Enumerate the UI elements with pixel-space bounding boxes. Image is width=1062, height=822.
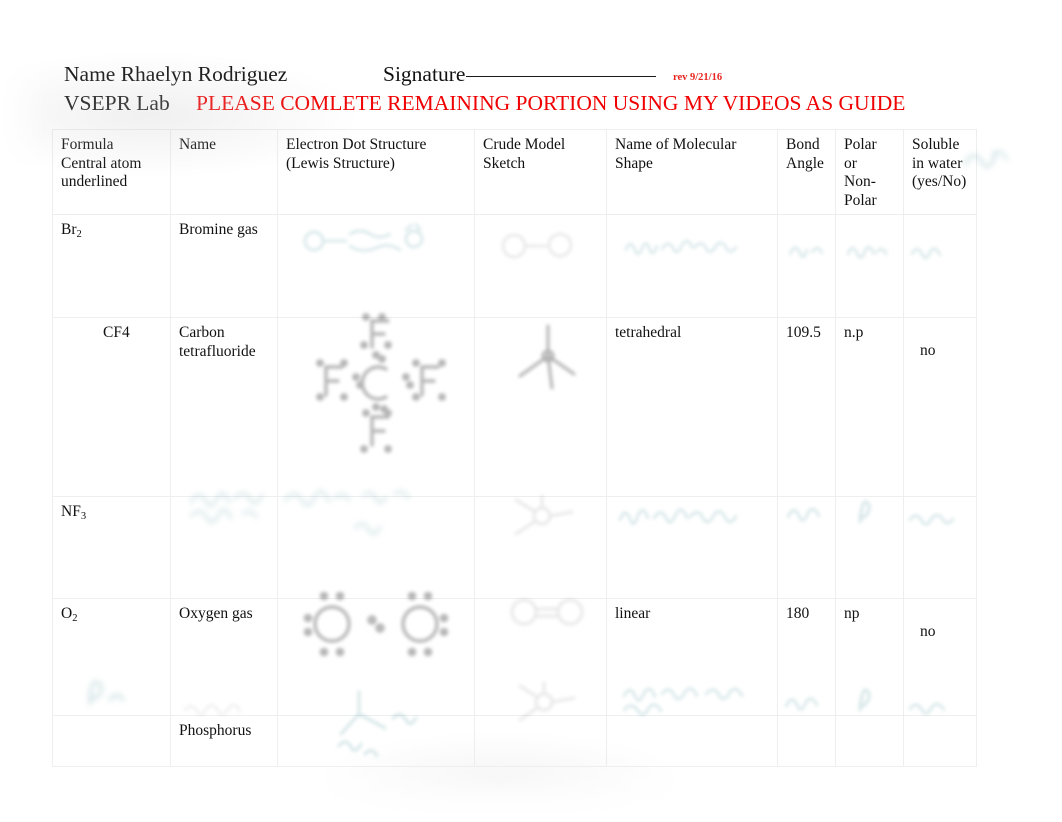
lab-title: VSEPR Lab <box>64 91 170 115</box>
signature-rule[interactable] <box>466 76 657 77</box>
cell-sketch-br2[interactable] <box>474 214 607 318</box>
cell-lewis-br2[interactable] <box>277 214 475 318</box>
table-row: CF4 Carbon tetrafluoride tetrahedral 109… <box>52 317 977 497</box>
cell-formula-nf3[interactable]: NF3 <box>52 496 171 599</box>
header-line-title: VSEPR Lab PLEASE COMLETE REMAINING PORTI… <box>64 88 1004 118</box>
cell-angle-nf3[interactable] <box>777 496 836 599</box>
cell-lewis-cf4[interactable] <box>277 317 475 497</box>
cell-angle-o2[interactable]: 180 <box>777 598 836 716</box>
revision-label: rev 9/21/16 <box>673 72 723 83</box>
vsepr-table: Formula Central atom underlined Name Ele… <box>52 129 977 767</box>
cell-shape-phosphorus[interactable] <box>606 715 778 767</box>
cell-shape-o2[interactable]: linear <box>606 598 778 716</box>
signature-field[interactable]: Signature <box>383 60 657 88</box>
cell-angle-br2[interactable] <box>777 214 836 318</box>
column-header-solubility: Soluble in water (yes/No) <box>903 129 977 215</box>
cell-sketch-o2[interactable] <box>474 598 607 716</box>
document-header: Name Rhaelyn Rodriguez Signature rev 9/2… <box>64 60 1004 118</box>
cell-lewis-nf3[interactable] <box>277 496 475 599</box>
cell-lewis-o2[interactable] <box>277 598 475 716</box>
table-row: Phosphorus <box>52 715 977 767</box>
cell-angle-phosphorus[interactable] <box>777 715 836 767</box>
cell-soluble-phosphorus[interactable] <box>903 715 977 767</box>
cell-soluble-br2[interactable] <box>903 214 977 318</box>
signature-label: Signature <box>383 62 466 86</box>
cell-sketch-cf4[interactable] <box>474 317 607 497</box>
cell-polar-o2[interactable]: np <box>835 598 904 716</box>
column-header-name: Name <box>170 129 278 215</box>
cell-name-phosphorus[interactable]: Phosphorus <box>170 715 278 767</box>
cell-name-br2[interactable]: Bromine gas <box>170 214 278 318</box>
instruction-note: PLEASE COMLETE REMAINING PORTION USING M… <box>196 91 906 115</box>
cell-polar-nf3[interactable] <box>835 496 904 599</box>
cell-soluble-cf4[interactable]: no <box>903 317 977 497</box>
cell-lewis-phosphorus[interactable] <box>277 715 475 767</box>
cell-shape-nf3[interactable] <box>606 496 778 599</box>
cell-name-o2[interactable]: Oxygen gas <box>170 598 278 716</box>
cell-soluble-nf3[interactable] <box>903 496 977 599</box>
cell-name-cf4[interactable]: Carbon tetrafluoride <box>170 317 278 497</box>
column-header-polarity: Polar or Non- Polar <box>835 129 904 215</box>
cell-polar-phosphorus[interactable] <box>835 715 904 767</box>
cell-formula-phosphorus[interactable] <box>52 715 171 767</box>
student-name-label: Name Rhaelyn Rodriguez <box>64 62 288 86</box>
cell-sketch-phosphorus[interactable] <box>474 715 607 767</box>
column-header-bond-angle: Bond Angle <box>777 129 836 215</box>
table-header-row: Formula Central atom underlined Name Ele… <box>52 129 977 215</box>
cell-shape-br2[interactable] <box>606 214 778 318</box>
cell-polar-br2[interactable] <box>835 214 904 318</box>
document-page: Name Rhaelyn Rodriguez Signature rev 9/2… <box>0 0 1062 822</box>
column-header-shape: Name of Molecular Shape <box>606 129 778 215</box>
cell-polar-cf4[interactable]: n.p <box>835 317 904 497</box>
table-row: O2 Oxygen gas linear 180 np no <box>52 598 977 716</box>
cell-name-nf3[interactable] <box>170 496 278 599</box>
cell-angle-cf4[interactable]: 109.5 <box>777 317 836 497</box>
column-header-lewis: Electron Dot Structure (Lewis Structure) <box>277 129 475 215</box>
column-header-sketch: Crude Model Sketch <box>474 129 607 215</box>
cell-formula-cf4[interactable]: CF4 <box>52 317 171 497</box>
cell-sketch-nf3[interactable] <box>474 496 607 599</box>
column-header-formula: Formula Central atom underlined <box>52 129 171 215</box>
table-row: Br2 Bromine gas <box>52 214 977 318</box>
cell-soluble-o2[interactable]: no <box>903 598 977 716</box>
cell-formula-o2[interactable]: O2 <box>52 598 171 716</box>
cell-shape-cf4[interactable]: tetrahedral <box>606 317 778 497</box>
header-line-name-signature: Name Rhaelyn Rodriguez Signature rev 9/2… <box>64 60 1004 88</box>
cell-formula-br2[interactable]: Br2 <box>52 214 171 318</box>
table-row: NF3 <box>52 496 977 599</box>
